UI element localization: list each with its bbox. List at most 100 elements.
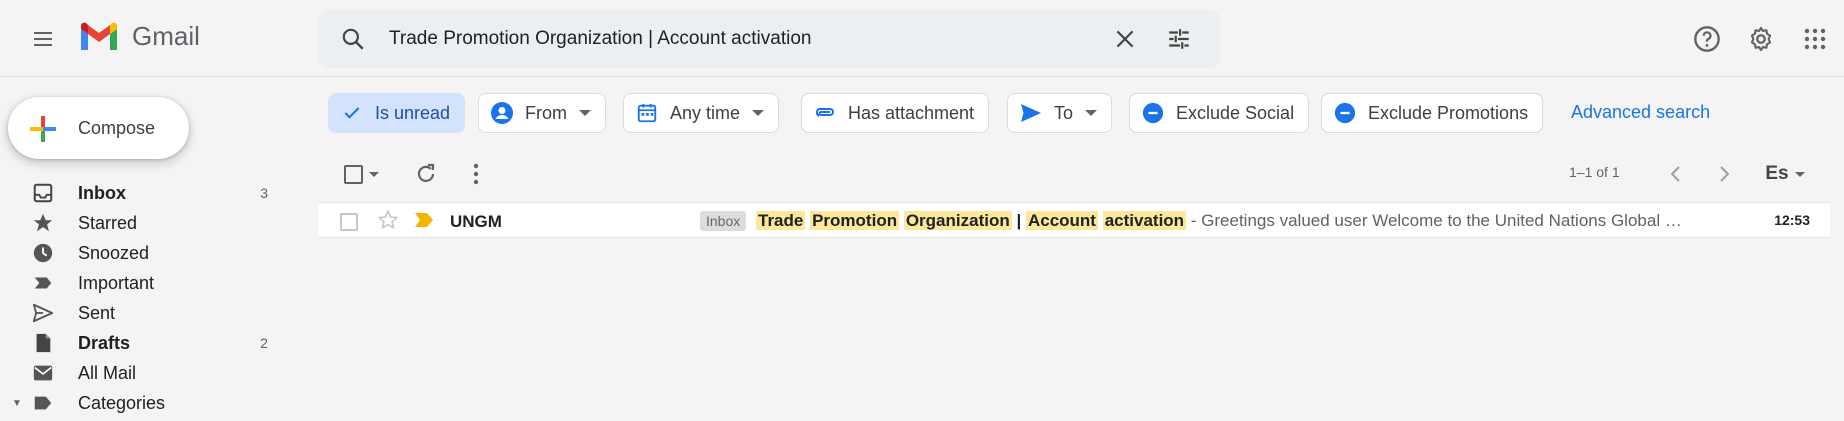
apps-grid-icon — [1804, 28, 1826, 50]
older-button[interactable] — [1713, 160, 1737, 188]
refresh-button[interactable] — [412, 160, 440, 188]
sidebar-item-sent[interactable]: Sent — [0, 298, 280, 328]
input-tools-button[interactable]: Es — [1760, 160, 1810, 188]
chip-label: From — [525, 102, 567, 123]
inbox-label-badge[interactable]: Inbox — [700, 211, 747, 231]
draft-count: 2 — [260, 335, 268, 351]
chevron-down-icon — [1794, 171, 1805, 177]
from-chip[interactable]: From — [478, 93, 606, 133]
email-sender: UNGM — [450, 212, 502, 231]
help-icon — [1694, 26, 1720, 52]
sidebar-item-drafts[interactable]: Drafts 2 — [0, 328, 280, 358]
dropdown-caret-icon — [1085, 110, 1098, 116]
compose-button[interactable]: Compose — [8, 97, 189, 159]
subject-word: Trade — [756, 211, 806, 230]
sidebar-item-label: Important — [78, 272, 155, 293]
inbox-icon — [32, 182, 54, 204]
compose-label: Compose — [78, 118, 156, 138]
chevron-right-icon — [1720, 166, 1730, 182]
gear-icon — [1750, 26, 1772, 52]
label-icon — [32, 392, 54, 414]
settings-button[interactable] — [1740, 18, 1782, 60]
main-menu-button[interactable] — [22, 18, 64, 60]
chip-label: Exclude Social — [1176, 102, 1295, 123]
mail-icon — [32, 362, 54, 384]
sidebar-item-important[interactable]: Important — [0, 268, 280, 298]
email-snippet: - Greetings valued user Welcome to the U… — [1186, 211, 1682, 230]
email-row[interactable]: UNGM Inbox Trade Promotion Organization … — [318, 202, 1830, 238]
gmail-logo[interactable]: Gmail — [78, 20, 200, 52]
sidebar-item-label: Sent — [78, 302, 116, 323]
sidebar-item-label: Snoozed — [78, 242, 150, 263]
gmail-m-icon — [81, 22, 117, 50]
any-time-chip[interactable]: Any time — [623, 93, 780, 133]
chip-label: Exclude Promotions — [1368, 102, 1529, 123]
send-icon — [1018, 100, 1044, 126]
more-options-button[interactable] — [466, 160, 486, 188]
chip-label: Any time — [670, 102, 741, 123]
exclude-social-chip[interactable]: Exclude Social — [1129, 93, 1310, 133]
expand-arrow-icon[interactable]: ▼ — [12, 398, 22, 409]
sidebar-item-categories[interactable]: ▼ Categories — [0, 388, 280, 418]
refresh-icon — [417, 163, 435, 182]
label-important-icon — [32, 272, 54, 294]
minus-circle-icon — [1332, 100, 1358, 126]
checkbox-icon — [343, 164, 363, 184]
compose-plus-icon — [30, 116, 56, 142]
is-unread-chip[interactable]: Is unread — [328, 93, 466, 133]
chevron-left-icon — [1670, 166, 1680, 182]
select-all-checkbox[interactable] — [338, 160, 384, 188]
apps-button[interactable] — [1794, 18, 1836, 60]
subject-word: activation — [1102, 211, 1187, 230]
to-chip[interactable]: To — [1007, 93, 1113, 133]
hamburger-menu-icon — [34, 32, 52, 46]
unread-count: 3 — [260, 185, 268, 201]
draft-icon — [32, 332, 54, 354]
check-icon — [339, 100, 365, 126]
sidebar-item-snoozed[interactable]: Snoozed — [0, 238, 280, 268]
sidebar-item-label: Inbox — [78, 182, 126, 203]
advanced-search-link[interactable]: Advanced search — [1571, 102, 1710, 123]
chip-label: To — [1054, 102, 1074, 123]
attachment-icon — [812, 100, 838, 126]
search-bar — [318, 10, 1220, 68]
chip-label: Is unread — [375, 102, 451, 123]
sidebar-item-label: Categories — [78, 392, 166, 413]
star-icon[interactable] — [376, 208, 400, 237]
sidebar-item-label: Drafts — [78, 332, 131, 353]
more-vert-icon — [473, 163, 479, 185]
app-name: Gmail — [132, 20, 200, 51]
clock-icon — [32, 242, 54, 264]
important-marker-icon[interactable] — [414, 212, 434, 233]
subject-word: Promotion — [810, 211, 900, 230]
sidebar-item-label: All Mail — [78, 362, 137, 383]
has-attachment-chip[interactable]: Has attachment — [801, 93, 990, 133]
input-tools-label: Es — [1765, 163, 1789, 184]
subject-word: Account — [1025, 211, 1098, 230]
help-button[interactable] — [1686, 18, 1728, 60]
send-icon — [32, 302, 54, 324]
chevron-down-icon — [368, 171, 379, 177]
search-input[interactable] — [389, 10, 1089, 68]
calendar-icon — [634, 100, 660, 126]
search-icon[interactable] — [340, 26, 366, 57]
search-options-icon[interactable] — [1166, 26, 1192, 57]
exclude-promotions-chip[interactable]: Exclude Promotions — [1321, 93, 1544, 133]
subject-word: Organization — [903, 211, 1012, 230]
email-subject: Trade Promotion Organization | Account a… — [756, 211, 1682, 231]
row-checkbox[interactable] — [340, 213, 358, 231]
star-icon — [32, 212, 54, 234]
sidebar-item-starred[interactable]: Starred — [0, 208, 280, 238]
chip-label: Has attachment — [848, 102, 975, 123]
sidebar-item-inbox[interactable]: Inbox 3 — [0, 178, 280, 208]
pagination-range: 1–1 of 1 — [1569, 164, 1620, 180]
sidebar-item-all-mail[interactable]: All Mail — [0, 358, 280, 388]
top-bar: Gmail — [0, 0, 1844, 77]
person-icon — [489, 100, 515, 126]
sidebar-item-label: Starred — [78, 212, 138, 233]
clear-search-icon[interactable] — [1112, 26, 1138, 57]
dropdown-caret-icon — [579, 110, 591, 116]
minus-circle-icon — [1140, 100, 1166, 126]
newer-button[interactable] — [1663, 160, 1687, 188]
email-time: 12:53 — [1774, 212, 1810, 228]
